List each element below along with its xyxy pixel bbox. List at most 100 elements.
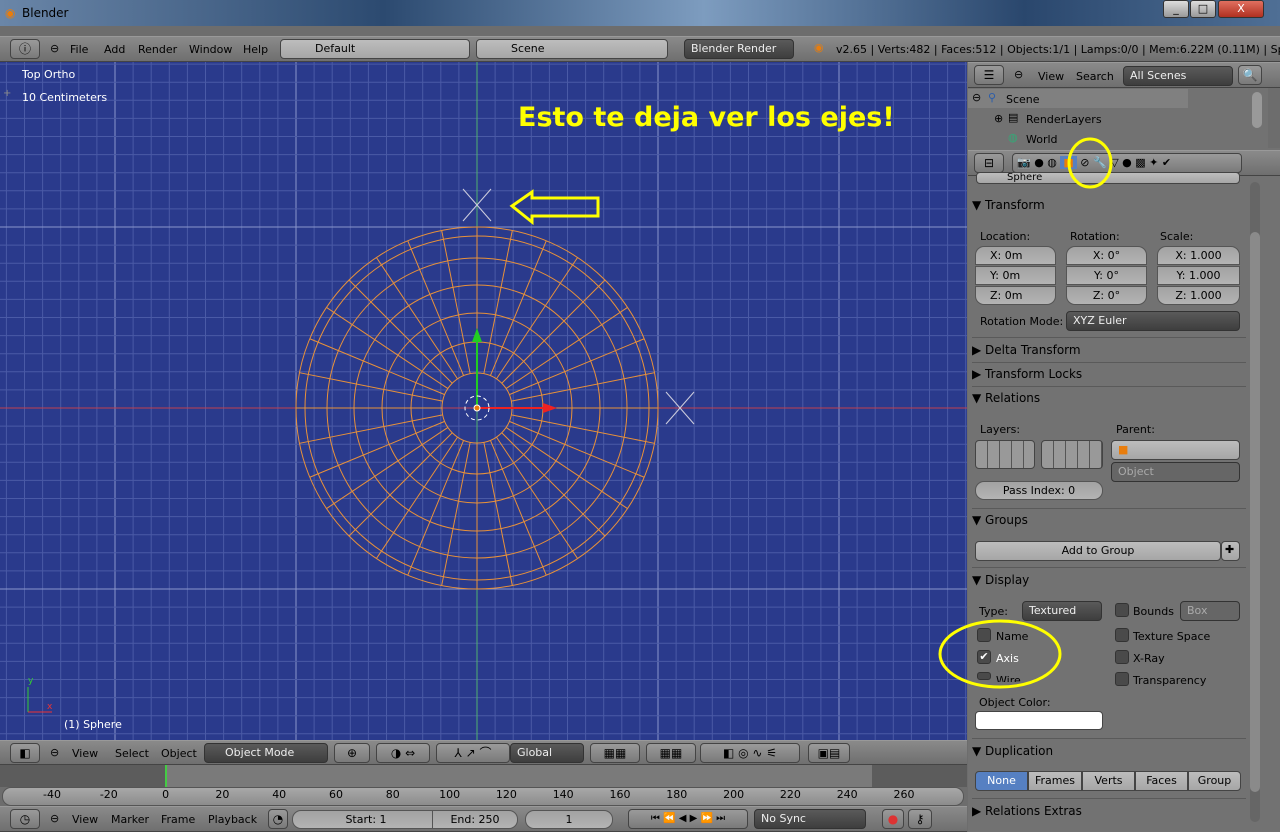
playback-controls[interactable]: ⏮ ⏪ ◀ ▶ ⏩ ⏭ xyxy=(628,809,748,829)
outliner-item-renderlayers[interactable]: RenderLayers xyxy=(1026,113,1102,126)
menu-window[interactable]: Window xyxy=(189,43,232,56)
wire-checkbox[interactable] xyxy=(977,672,991,680)
render-engine-dropdown[interactable]: Blender Render xyxy=(684,39,794,59)
axis-checkbox[interactable]: ✔ xyxy=(977,650,991,664)
outliner-item-world[interactable]: World xyxy=(1026,133,1058,146)
panel-duplication-header[interactable]: ▼ Duplication xyxy=(972,744,1242,758)
name-checkbox[interactable] xyxy=(977,628,991,642)
menu-view[interactable]: View xyxy=(72,747,98,760)
timeline-scrollbar[interactable] xyxy=(2,787,964,806)
editor-type-button[interactable]: ⓘ xyxy=(10,39,40,59)
location-z-field[interactable]: Z: 0m xyxy=(975,286,1056,305)
menu-playback[interactable]: Playback xyxy=(208,813,257,826)
panel-delta-transform[interactable]: ▶ Delta Transform xyxy=(972,343,1242,357)
editor-type-button[interactable]: ◧ xyxy=(10,743,40,763)
panel-transform-header[interactable]: ▼ Transform xyxy=(972,198,1242,212)
viewport-canvas[interactable]: + xyxy=(0,62,967,740)
menu-search[interactable]: Search xyxy=(1076,70,1114,83)
keying-icon[interactable]: ◔ xyxy=(268,809,288,829)
add-icon[interactable]: ✚ xyxy=(1221,541,1240,561)
editor-type-button[interactable]: ⊟ xyxy=(974,153,1004,173)
timeline-area[interactable] xyxy=(0,765,967,787)
mode-dropdown[interactable]: Object Mode xyxy=(204,743,328,763)
panel-relations-extras[interactable]: ▶ Relations Extras xyxy=(972,804,1242,818)
rotation-mode-dropdown[interactable]: XYZ Euler xyxy=(1066,311,1240,331)
parent-field[interactable]: ■ xyxy=(1111,440,1240,460)
object-color-swatch[interactable] xyxy=(975,711,1103,730)
editor-type-button[interactable]: ◷ xyxy=(10,809,40,829)
menu-select[interactable]: Select xyxy=(115,747,149,760)
object-tab-icon[interactable]: ■ xyxy=(1060,156,1077,169)
record-icon[interactable]: ● xyxy=(882,809,904,829)
xray-checkbox[interactable] xyxy=(1115,650,1129,664)
start-frame-field[interactable]: Start: 1 xyxy=(292,810,440,829)
pass-index-field[interactable]: Pass Index: 0 xyxy=(975,481,1103,500)
menu-view[interactable]: View xyxy=(1038,70,1064,83)
rotation-y-field[interactable]: Y: 0° xyxy=(1066,266,1147,285)
panel-transform-locks[interactable]: ▶ Transform Locks xyxy=(972,367,1242,381)
bounds-type-dropdown[interactable]: Box xyxy=(1180,601,1240,621)
render-buttons[interactable]: ▣▤ xyxy=(808,743,850,763)
menu-object[interactable]: Object xyxy=(161,747,197,760)
rotation-x-field[interactable]: X: 0° xyxy=(1066,246,1147,265)
properties-scrollbar[interactable] xyxy=(1250,182,1260,822)
sync-dropdown[interactable]: No Sync xyxy=(754,809,866,829)
panel-groups-header[interactable]: ▼ Groups xyxy=(972,513,1242,527)
minimize-button[interactable]: _ xyxy=(1163,0,1189,18)
outliner-scrollbar[interactable] xyxy=(1252,92,1262,128)
expand-icon[interactable]: ⊕ xyxy=(994,112,1003,125)
duplication-group[interactable]: Group xyxy=(1188,771,1242,791)
layers-grid-1[interactable] xyxy=(975,440,1035,469)
location-x-field[interactable]: X: 0m xyxy=(975,246,1056,265)
close-button[interactable]: X xyxy=(1218,0,1264,18)
scale-y-field[interactable]: Y: 1.000 xyxy=(1157,266,1240,285)
collapse-icon[interactable]: ⊖ xyxy=(1014,68,1023,81)
context-tabs[interactable]: 📷 ● ◍ ■ ⊘ 🔧 ▽ ● ▩ ✦ ✔ xyxy=(1012,153,1242,173)
search-icon[interactable]: 🔍 xyxy=(1238,65,1262,85)
object-name-field[interactable]: Sphere xyxy=(976,172,1240,184)
layers-grid-2[interactable] xyxy=(1041,440,1103,469)
menu-view[interactable]: View xyxy=(72,813,98,826)
manipulator-buttons[interactable]: ⅄ ↗ ⌒ xyxy=(436,743,510,763)
menu-file[interactable]: File xyxy=(70,43,88,56)
duplication-frames[interactable]: Frames xyxy=(1028,771,1083,791)
current-frame-field[interactable]: 1 xyxy=(525,810,613,829)
snap-buttons[interactable]: ◧ ◎ ∿ ⚟ xyxy=(700,743,800,763)
scene-selector[interactable]: Scene xyxy=(476,39,668,59)
menu-marker[interactable]: Marker xyxy=(111,813,149,826)
parent-type-dropdown[interactable]: Object xyxy=(1111,462,1240,482)
layout-selector[interactable]: Default xyxy=(280,39,470,59)
layers-grid-1[interactable]: ▦▦ xyxy=(590,743,640,763)
rotation-z-field[interactable]: Z: 0° xyxy=(1066,286,1147,305)
outliner-item-scene[interactable]: Scene xyxy=(1006,93,1040,106)
duplication-faces[interactable]: Faces xyxy=(1135,771,1189,791)
outliner-filter-dropdown[interactable]: All Scenes xyxy=(1123,66,1233,86)
current-frame-marker[interactable] xyxy=(165,765,167,787)
panel-relations-header[interactable]: ▼ Relations xyxy=(972,391,1242,405)
pivot-button[interactable]: ◑ ⇔ xyxy=(376,743,430,763)
keyset-icon[interactable]: ⚷ xyxy=(908,809,932,829)
collapse-icon[interactable]: ⊖ xyxy=(50,746,59,759)
scale-x-field[interactable]: X: 1.000 xyxy=(1157,246,1240,265)
menu-help[interactable]: Help xyxy=(243,43,268,56)
maximize-button[interactable]: □ xyxy=(1190,0,1216,18)
location-y-field[interactable]: Y: 0m xyxy=(975,266,1056,285)
texture-space-checkbox[interactable] xyxy=(1115,628,1129,642)
menu-render[interactable]: Render xyxy=(138,43,177,56)
transparency-checkbox[interactable] xyxy=(1115,672,1129,686)
editor-type-button[interactable]: ☰ xyxy=(974,65,1004,85)
menu-add[interactable]: Add xyxy=(104,43,125,56)
duplication-none[interactable]: None xyxy=(975,771,1028,791)
end-frame-field[interactable]: End: 250 xyxy=(432,810,518,829)
menu-frame[interactable]: Frame xyxy=(161,813,195,826)
layers-grid-2[interactable]: ▦▦ xyxy=(646,743,696,763)
orientation-dropdown[interactable]: Global xyxy=(510,743,584,763)
expand-icon[interactable]: ⊖ xyxy=(972,91,981,104)
panel-display-header[interactable]: ▼ Display xyxy=(972,573,1242,587)
bounds-checkbox[interactable] xyxy=(1115,603,1129,617)
3d-viewport[interactable]: + Top Ortho 10 Centimeters (1) Sphere Es… xyxy=(0,62,967,740)
add-to-group-button[interactable]: Add to Group xyxy=(975,541,1221,561)
duplication-verts[interactable]: Verts xyxy=(1082,771,1136,791)
shading-button[interactable]: ⊕ xyxy=(334,743,370,763)
scale-z-field[interactable]: Z: 1.000 xyxy=(1157,286,1240,305)
